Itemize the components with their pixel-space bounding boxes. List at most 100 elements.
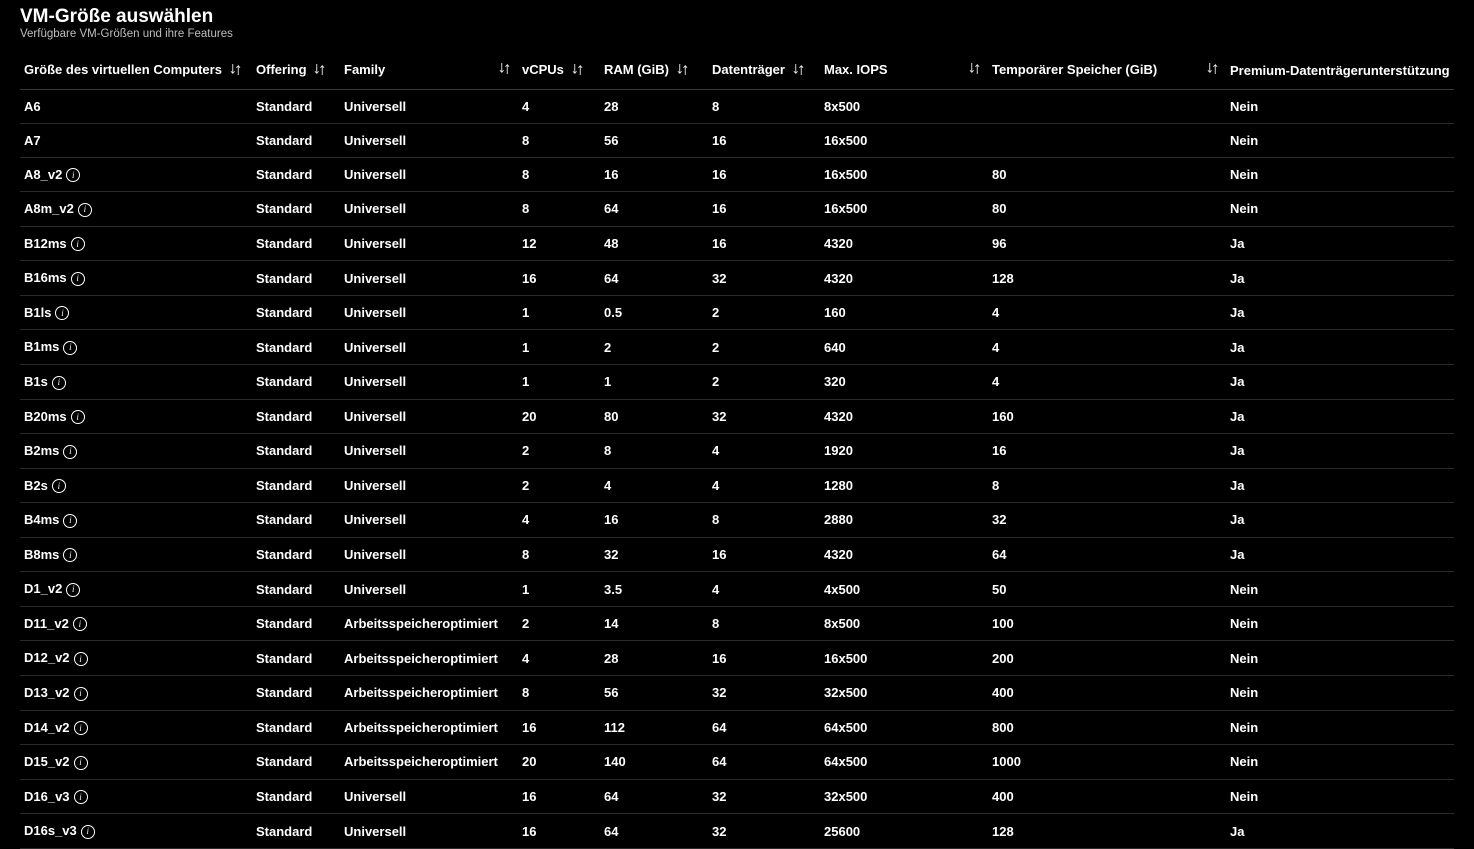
cell-size: B1lsi	[20, 295, 252, 330]
cell-disks: 64	[708, 710, 820, 745]
sort-icon[interactable]	[314, 63, 325, 79]
cell-disks: 32	[708, 676, 820, 711]
info-icon[interactable]: i	[52, 479, 66, 493]
cell-size: D14_v2 i	[20, 710, 252, 745]
info-icon[interactable]: i	[71, 272, 85, 286]
info-icon[interactable]: i	[71, 237, 85, 251]
cell-premium: Nein	[1226, 89, 1454, 123]
cell-ram: 16	[600, 503, 708, 538]
info-icon[interactable]: i	[74, 756, 88, 770]
sort-icon[interactable]	[1207, 62, 1218, 78]
table-row[interactable]: D15_v2iStandardArbeitsspeicheroptimiert2…	[20, 745, 1454, 780]
col-header-size[interactable]: Größe des virtuellen Computers	[20, 54, 252, 89]
info-icon[interactable]: i	[52, 376, 66, 390]
col-header-premium[interactable]: Premium-Datenträgerunterstützung	[1226, 54, 1454, 89]
table-row[interactable]: D1_v2iStandardUniversell13.544x50050Nein	[20, 572, 1454, 607]
table-row[interactable]: B16msiStandardUniversell1664324320128Ja	[20, 261, 1454, 296]
table-row[interactable]: D13_v2iStandardArbeitsspeicheroptimiert8…	[20, 676, 1454, 711]
col-header-label: Family	[344, 62, 385, 77]
col-header-vcpus[interactable]: vCPUs	[518, 54, 600, 89]
cell-temp: 400	[988, 676, 1226, 711]
cell-size: B1msi	[20, 330, 252, 365]
info-icon[interactable]: i	[66, 583, 80, 597]
col-header-label: RAM (GiB)	[604, 62, 669, 77]
cell-disks: 8	[708, 89, 820, 123]
table-row[interactable]: D12_v2iStandardArbeitsspeicheroptimiert4…	[20, 641, 1454, 676]
info-icon[interactable]: i	[71, 410, 85, 424]
cell-iops: 160	[820, 295, 988, 330]
table-row[interactable]: B1siStandardUniversell1123204Ja	[20, 364, 1454, 399]
table-row[interactable]: B1msiStandardUniversell1226404Ja	[20, 330, 1454, 365]
table-row[interactable]: A8m_v2iStandardUniversell8641616x50080Ne…	[20, 192, 1454, 227]
info-icon[interactable]: i	[78, 203, 92, 217]
sort-icon[interactable]	[572, 63, 583, 79]
table-row[interactable]: B20msiStandardUniversell2080324320160Ja	[20, 399, 1454, 434]
info-icon[interactable]: i	[74, 721, 88, 735]
cell-offering: Standard	[252, 779, 340, 814]
table-row[interactable]: B12msiStandardUniversell124816432096Ja	[20, 226, 1454, 261]
cell-size: D13_v2i	[20, 676, 252, 711]
cell-temp: 32	[988, 503, 1226, 538]
table-row[interactable]: A6StandardUniversell42888x500Nein	[20, 89, 1454, 123]
cell-vcpus: 4	[518, 641, 600, 676]
sort-icon[interactable]	[677, 63, 688, 79]
col-header-label: vCPUs	[522, 62, 564, 77]
info-icon[interactable]: i	[66, 168, 80, 182]
table-row[interactable]: B4msiStandardUniversell4168288032Ja	[20, 503, 1454, 538]
table-row[interactable]: B2msiStandardUniversell284192016Ja	[20, 434, 1454, 469]
sort-icon[interactable]	[230, 63, 241, 79]
table-row[interactable]: D14_v2iStandardArbeitsspeicheroptimiert1…	[20, 710, 1454, 745]
table-row[interactable]: A8_v2iStandardUniversell8161616x50080Nei…	[20, 157, 1454, 192]
cell-family: Universell	[340, 779, 518, 814]
cell-iops: 16x500	[820, 123, 988, 157]
cell-premium: Ja	[1226, 261, 1454, 296]
info-icon[interactable]: i	[63, 341, 77, 355]
info-icon[interactable]: i	[81, 825, 95, 839]
info-icon[interactable]: i	[63, 514, 77, 528]
cell-temp: 4	[988, 364, 1226, 399]
cell-temp	[988, 89, 1226, 123]
cell-size: B12ms i	[20, 226, 252, 261]
size-label: B2ms	[24, 443, 59, 458]
cell-family: Universell	[340, 330, 518, 365]
info-icon[interactable]: i	[74, 652, 88, 666]
table-row[interactable]: D16_v3iStandardUniversell16643232x500400…	[20, 779, 1454, 814]
info-icon[interactable]: i	[73, 617, 87, 631]
cell-family: Universell	[340, 123, 518, 157]
col-header-temp[interactable]: Temporärer Speicher (GiB)	[988, 54, 1226, 89]
cell-premium: Nein	[1226, 606, 1454, 641]
size-label: A8m_v2	[24, 201, 74, 216]
cell-temp: 4	[988, 330, 1226, 365]
cell-vcpus: 4	[518, 89, 600, 123]
cell-premium: Nein	[1226, 641, 1454, 676]
sort-icon[interactable]	[793, 63, 804, 79]
info-icon[interactable]: i	[74, 687, 88, 701]
size-label: D14_v2	[24, 720, 70, 735]
cell-size: B8msi	[20, 537, 252, 572]
cell-family: Arbeitsspeicheroptimiert	[340, 745, 518, 780]
table-row[interactable]: D11_v2iStandardArbeitsspeicheroptimiert2…	[20, 606, 1454, 641]
table-row[interactable]: D16s_v3iStandardUniversell16643225600128…	[20, 814, 1454, 849]
size-label: D16_v3	[24, 789, 70, 804]
size-label: B12ms	[24, 236, 67, 251]
cell-size: A8_v2i	[20, 157, 252, 192]
cell-family: Universell	[340, 295, 518, 330]
col-header-ram[interactable]: RAM (GiB)	[600, 54, 708, 89]
sort-icon[interactable]	[499, 62, 510, 78]
col-header-iops[interactable]: Max. IOPS	[820, 54, 988, 89]
col-header-family[interactable]: Family	[340, 54, 518, 89]
cell-temp	[988, 123, 1226, 157]
table-row[interactable]: B2siStandardUniversell24412808Ja	[20, 468, 1454, 503]
info-icon[interactable]: i	[63, 445, 77, 459]
info-icon[interactable]: i	[63, 548, 77, 562]
cell-disks: 8	[708, 606, 820, 641]
table-row[interactable]: A7StandardUniversell8561616x500Nein	[20, 123, 1454, 157]
sort-icon[interactable]	[969, 62, 980, 78]
info-icon[interactable]: i	[55, 306, 69, 320]
col-header-disks[interactable]: Datenträger	[708, 54, 820, 89]
table-row[interactable]: B1lsiStandardUniversell10.521604Ja	[20, 295, 1454, 330]
table-row[interactable]: B8msiStandardUniversell83216432064Ja	[20, 537, 1454, 572]
info-icon[interactable]: i	[74, 790, 88, 804]
cell-offering: Standard	[252, 503, 340, 538]
col-header-offering[interactable]: Offering	[252, 54, 340, 89]
